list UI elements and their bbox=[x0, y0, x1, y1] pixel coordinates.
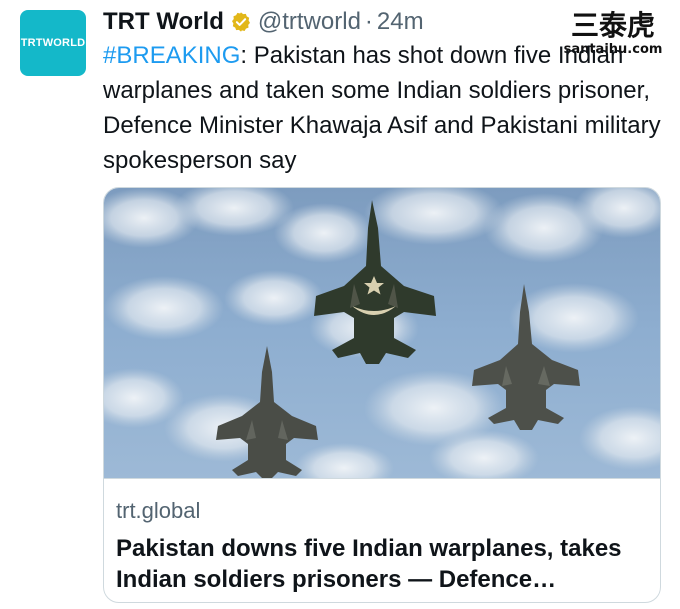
jets-image[interactable] bbox=[104, 188, 660, 478]
breaking-hashtag[interactable]: #BREAKING bbox=[103, 42, 240, 69]
account-avatar[interactable]: TRTWORLD bbox=[20, 10, 86, 76]
display-name[interactable]: TRT World bbox=[103, 8, 224, 36]
tweet-text: #BREAKING: Pakistan has shot down five I… bbox=[103, 38, 663, 178]
separator-dot: · bbox=[364, 8, 373, 35]
card-domain[interactable]: trt.global bbox=[116, 498, 200, 524]
card-title[interactable]: Pakistan downs five Indian warplanes, ta… bbox=[116, 533, 651, 595]
link-preview-card[interactable]: trt.global Pakistan downs five Indian wa… bbox=[103, 187, 661, 603]
verified-badge-icon[interactable] bbox=[230, 11, 252, 33]
tweet-header: TRT World @trtworld · 24m bbox=[103, 6, 424, 38]
timestamp[interactable]: 24m bbox=[377, 8, 424, 36]
card-divider bbox=[104, 478, 660, 479]
trt-world-logo: TRTWORLD bbox=[20, 37, 86, 49]
account-handle[interactable]: @trtworld bbox=[258, 8, 361, 36]
